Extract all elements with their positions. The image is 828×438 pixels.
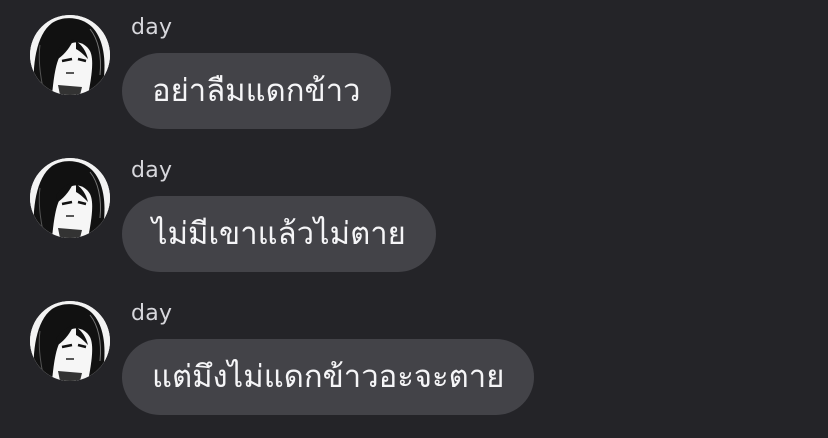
avatar[interactable] bbox=[30, 301, 110, 381]
sender-name: day bbox=[131, 158, 173, 183]
sender-name: day bbox=[131, 301, 173, 326]
avatar[interactable] bbox=[30, 15, 110, 95]
message-group: day อย่าลืมแดกข้าว bbox=[0, 0, 828, 140]
message-group: day แต่มึงไม่แดกข้าวอะจะตาย bbox=[0, 286, 828, 426]
message-group: day ไม่มีเขาแล้วไม่ตาย bbox=[0, 143, 828, 283]
avatar-icon bbox=[30, 158, 110, 238]
message-bubble[interactable]: แต่มึงไม่แดกข้าวอะจะตาย bbox=[122, 339, 535, 415]
avatar-icon bbox=[30, 301, 110, 381]
chat-thread: day อย่าลืมแดกข้าว day ไม่มีเขาแล้วไม่ตา… bbox=[0, 0, 828, 438]
avatar-icon bbox=[30, 15, 110, 95]
avatar[interactable] bbox=[30, 158, 110, 238]
sender-name: day bbox=[131, 15, 173, 40]
message-bubble[interactable]: อย่าลืมแดกข้าว bbox=[122, 53, 391, 129]
message-bubble[interactable]: ไม่มีเขาแล้วไม่ตาย bbox=[122, 196, 436, 272]
